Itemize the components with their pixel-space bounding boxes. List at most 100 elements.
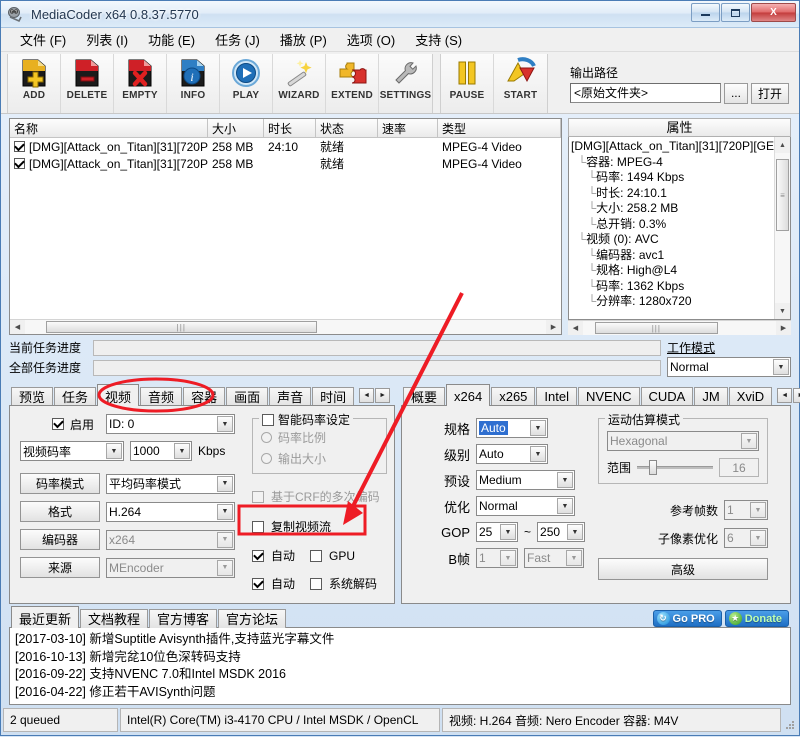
maximize-restore-button[interactable] bbox=[721, 3, 750, 22]
tab-audio[interactable]: 音频 bbox=[140, 387, 182, 406]
bitrate-mode-button[interactable]: 码率模式 bbox=[20, 473, 100, 494]
scroll-left-icon[interactable]: ◀ bbox=[568, 321, 583, 335]
chevron-down-icon[interactable]: ▼ bbox=[750, 502, 766, 518]
output-path-open-button[interactable]: 打开 bbox=[751, 83, 789, 104]
list-item[interactable]: [2016-04-22] 修正若干AVISynth问题 bbox=[15, 684, 785, 702]
bitrate-ratio-option[interactable]: 码率比例 bbox=[261, 429, 378, 446]
chevron-down-icon[interactable]: ▼ bbox=[773, 359, 789, 375]
chevron-down-icon[interactable]: ▼ bbox=[557, 472, 573, 488]
copy-stream-checkbox[interactable] bbox=[252, 521, 264, 533]
file-list-body[interactable]: [DMG][Attack_on_Titan][31][720P… 258 MB … bbox=[10, 138, 561, 319]
auto-checkbox-gpu[interactable] bbox=[252, 550, 264, 562]
bframes-mode-select[interactable]: Fast ▼ bbox=[524, 548, 584, 568]
output-size-radio[interactable] bbox=[261, 453, 272, 464]
chevron-down-icon[interactable]: ▼ bbox=[567, 524, 583, 540]
tab-official-forum[interactable]: 官方论坛 bbox=[218, 609, 286, 628]
slider-knob[interactable] bbox=[649, 460, 657, 475]
row-checkbox[interactable] bbox=[14, 158, 25, 169]
bitrate-type-select[interactable]: 视频码率 ▼ bbox=[20, 441, 124, 461]
output-path-browse-button[interactable]: ... bbox=[724, 83, 748, 104]
preset-select[interactable]: Medium ▼ bbox=[476, 470, 575, 490]
minimize-button[interactable] bbox=[691, 3, 720, 22]
file-list-hscrollbar[interactable]: ◀ ||| ▶ bbox=[10, 319, 561, 334]
tab-recent-updates[interactable]: 最近更新 bbox=[11, 606, 79, 628]
list-item[interactable]: [2016-10-13] 新增完兺10位色深转码支持 bbox=[15, 649, 785, 667]
toolbar-info-button[interactable]: i INFO bbox=[167, 54, 220, 113]
chevron-down-icon[interactable]: ▼ bbox=[566, 550, 582, 566]
chevron-down-icon[interactable]: ▼ bbox=[217, 560, 233, 576]
level-select[interactable]: Auto ▼ bbox=[476, 444, 548, 464]
scroll-right-icon[interactable]: ▶ bbox=[546, 320, 561, 334]
properties-vscrollbar[interactable]: ▲ ≡ ▼ bbox=[774, 137, 790, 319]
tab-x265[interactable]: x265 bbox=[491, 387, 535, 406]
sysdec-checkbox[interactable] bbox=[310, 578, 322, 590]
smart-bitrate-checkbox[interactable] bbox=[262, 414, 274, 426]
tab-x264[interactable]: x264 bbox=[446, 384, 490, 406]
tab-picture[interactable]: 画面 bbox=[226, 387, 268, 406]
vscroll-track[interactable]: ≡ bbox=[775, 153, 790, 303]
subpixel-select[interactable]: 6 ▼ bbox=[724, 528, 768, 548]
news-list[interactable]: [2017-03-10] 新增Suptitle Avisynth插件,支持蓝光字… bbox=[9, 627, 791, 705]
output-path-input[interactable]: <原始文件夹> bbox=[570, 83, 721, 103]
toolbar-add-button[interactable]: ADD bbox=[8, 54, 61, 113]
gop-max-select[interactable]: 250 ▼ bbox=[537, 522, 585, 542]
output-size-option[interactable]: 输出大小 bbox=[261, 450, 378, 467]
chevron-down-icon[interactable]: ▼ bbox=[217, 504, 233, 520]
chevron-down-icon[interactable]: ▼ bbox=[557, 498, 573, 514]
scroll-right-icon[interactable]: ▶ bbox=[776, 321, 791, 335]
bframes-count-select[interactable]: 1 ▼ bbox=[476, 548, 518, 568]
tab-intel[interactable]: Intel bbox=[536, 387, 577, 406]
properties-hscrollbar[interactable]: ◀ ||| ▶ bbox=[568, 320, 791, 335]
toolbar-extend-button[interactable]: EXTEND bbox=[326, 54, 379, 113]
tab-documentation[interactable]: 文档教程 bbox=[80, 609, 148, 628]
tab-scroll-right-icon[interactable]: ► bbox=[793, 388, 800, 403]
gpu-checkbox[interactable] bbox=[310, 550, 322, 562]
tab-scroll-left-icon[interactable]: ◄ bbox=[359, 388, 374, 403]
list-item[interactable]: [2017-03-10] 新增Suptitle Avisynth插件,支持蓝光字… bbox=[15, 631, 785, 649]
menu-item-options[interactable]: 选项 (O) bbox=[338, 28, 404, 51]
crf-multipass-row[interactable]: 基于CRF的多次编码 bbox=[252, 488, 387, 505]
scroll-up-icon[interactable]: ▲ bbox=[775, 137, 790, 153]
toolbar-empty-button[interactable]: EMPTY bbox=[114, 54, 167, 113]
menu-item-file[interactable]: 文件 (F) bbox=[11, 28, 75, 51]
tab-jm[interactable]: JM bbox=[694, 387, 727, 406]
vscroll-thumb[interactable]: ≡ bbox=[776, 159, 789, 231]
chevron-down-icon[interactable]: ▼ bbox=[106, 443, 122, 459]
toolbar-settings-button[interactable]: SETTINGS bbox=[379, 54, 432, 113]
table-row[interactable]: [DMG][Attack_on_Titan][31][720P… 258 MB … bbox=[10, 155, 561, 172]
source-button[interactable]: 来源 bbox=[20, 557, 100, 578]
row-checkbox[interactable] bbox=[14, 141, 25, 152]
ref-frames-select[interactable]: 1 ▼ bbox=[724, 500, 768, 520]
chevron-down-icon[interactable]: ▼ bbox=[217, 532, 233, 548]
tab-scroll-left-icon[interactable]: ◄ bbox=[777, 388, 792, 403]
encoder-button[interactable]: 编码器 bbox=[20, 529, 100, 550]
tab-preview[interactable]: 预览 bbox=[11, 387, 53, 406]
auto-checkbox-sysdec[interactable] bbox=[252, 578, 264, 590]
hscroll-track[interactable]: ||| bbox=[583, 321, 776, 335]
column-header-type[interactable]: 类型 bbox=[438, 119, 561, 138]
column-header-duration[interactable]: 时长 bbox=[264, 119, 316, 138]
tab-container[interactable]: 容器 bbox=[183, 387, 225, 406]
tab-nvenc[interactable]: NVENC bbox=[578, 387, 640, 406]
chevron-down-icon[interactable]: ▼ bbox=[741, 433, 757, 449]
source-select[interactable]: MEncoder ▼ bbox=[106, 558, 235, 578]
menu-item-list[interactable]: 列表 (I) bbox=[77, 28, 137, 51]
tab-overview[interactable]: 概要 bbox=[403, 387, 445, 406]
list-item[interactable]: [2016-09-22] 支持NVENC 7.0和Intel MSDK 2016 bbox=[15, 666, 785, 684]
hscroll-thumb[interactable]: ||| bbox=[595, 322, 719, 334]
go-pro-button[interactable]: ↻ Go PRO bbox=[653, 610, 722, 627]
advanced-button[interactable]: 高级 bbox=[598, 558, 768, 580]
column-header-name[interactable]: 名称 bbox=[10, 119, 208, 138]
chevron-down-icon[interactable]: ▼ bbox=[500, 550, 516, 566]
work-mode-select[interactable]: Normal ▼ bbox=[667, 357, 791, 377]
gop-min-select[interactable]: 25 ▼ bbox=[476, 522, 518, 542]
toolbar-delete-button[interactable]: DELETE bbox=[61, 54, 114, 113]
toolbar-pause-button[interactable]: PAUSE bbox=[441, 54, 494, 113]
tab-video[interactable]: 视频 bbox=[97, 384, 139, 406]
chevron-down-icon[interactable]: ▼ bbox=[750, 530, 766, 546]
profile-select[interactable]: Auto ▼ bbox=[476, 418, 548, 438]
properties-tree[interactable]: [DMG][Attack_on_Titan][31][720P][GE └容器:… bbox=[569, 137, 774, 319]
chevron-down-icon[interactable]: ▼ bbox=[217, 476, 233, 492]
copy-stream-row[interactable]: 复制视频流 bbox=[252, 518, 387, 535]
column-header-status[interactable]: 状态 bbox=[316, 119, 378, 138]
